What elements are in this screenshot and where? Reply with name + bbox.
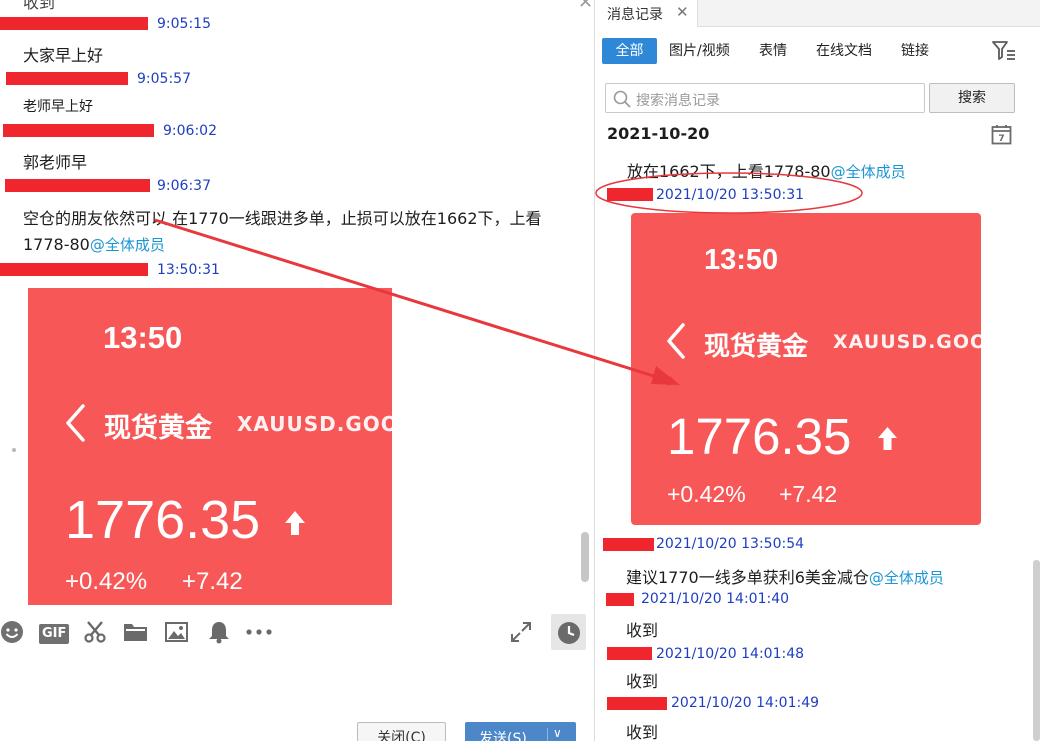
tab-message-history[interactable]: 消息记录 ✕	[595, 0, 698, 27]
card-change-abs: +7.42	[779, 481, 838, 507]
message-text-line2: 1778-80@全体成员	[23, 234, 165, 255]
filter-stickers[interactable]: 表情	[759, 38, 787, 64]
redacted-sender	[607, 647, 652, 660]
chat-messages: 收到 ✕ 9:05:15 大家早上好 9:05:57 老师早上好 9:06:02…	[0, 0, 594, 605]
history-message-text: 收到	[626, 723, 659, 741]
history-message-time: 2021/10/20 13:50:54	[656, 536, 805, 552]
calendar-icon[interactable]: 7	[991, 124, 1012, 145]
folder-icon[interactable]	[123, 619, 148, 645]
redacted-sender	[3, 124, 154, 137]
quote-card-image[interactable]: 13:50 现货黄金 XAUUSD.GOOD 1776.35 +0.42% +7…	[631, 213, 981, 525]
history-message-text: 收到	[626, 621, 659, 640]
emoji-icon[interactable]	[0, 619, 24, 645]
card-symbol: XAUUSD.GOOD	[237, 412, 392, 436]
back-chevron-icon	[667, 323, 685, 359]
card-change-percent: +0.42%	[667, 481, 746, 507]
search-icon	[613, 90, 631, 108]
history-message-content: 放在1662下，上看1778-80	[627, 162, 831, 181]
send-button-label: 发送(S)	[479, 731, 527, 741]
search-input[interactable]: 搜索消息记录	[605, 83, 925, 113]
chat-scrollbar-thumb[interactable]	[581, 532, 589, 582]
filter-funnel-icon[interactable]	[992, 40, 1016, 62]
mention-all[interactable]: @全体成员	[869, 569, 944, 587]
svg-text:7: 7	[998, 134, 1004, 144]
date-header: 2021-10-20	[607, 124, 710, 143]
card-price: 1776.35	[667, 408, 852, 465]
up-arrow-icon	[285, 511, 305, 535]
message-time: 9:06:02	[163, 123, 217, 139]
message-text: 大家早上好	[23, 46, 104, 65]
scissors-icon[interactable]	[83, 619, 107, 645]
card-time: 13:50	[103, 320, 183, 355]
mention-all[interactable]: @全体成员	[831, 163, 906, 181]
history-message-text: 收到	[626, 672, 659, 691]
message-text: 老师早上好	[23, 99, 93, 115]
history-scrollbar-thumb[interactable]	[1033, 560, 1040, 741]
search-placeholder: 搜索消息记录	[636, 93, 720, 109]
card-change-abs: +7.42	[182, 568, 243, 595]
clock-icon[interactable]	[557, 620, 581, 646]
search-button[interactable]: 搜索	[929, 83, 1015, 113]
message-time: 9:05:15	[157, 16, 211, 32]
history-message-time: 2021/10/20 14:01:40	[641, 591, 790, 607]
quote-card-image[interactable]: 13:50 现货黄金 XAUUSD.GOOD 1776.35 +0.42% +7…	[28, 288, 392, 605]
send-button-divider	[547, 728, 548, 741]
redacted-sender	[607, 188, 653, 201]
card-time: 13:50	[704, 244, 779, 276]
partial-message-text: 收到	[23, 0, 56, 12]
history-message-time: 2021/10/20 14:01:49	[671, 695, 820, 711]
message-time: 9:05:57	[137, 71, 191, 87]
close-button[interactable]: 关闭(C)	[357, 722, 446, 741]
redacted-sender	[606, 593, 634, 606]
redacted-sender	[0, 17, 148, 30]
chevron-down-icon[interactable]: ∨	[553, 726, 562, 740]
close-tab-icon[interactable]: ✕	[676, 3, 689, 21]
expand-icon[interactable]	[510, 619, 532, 645]
message-text: 郭老师早	[23, 153, 88, 172]
message-time: 9:06:37	[157, 178, 211, 194]
redacted-sender	[6, 72, 128, 85]
mention-all[interactable]: @全体成员	[90, 236, 165, 254]
bell-icon[interactable]	[208, 619, 230, 645]
image-icon[interactable]	[164, 619, 189, 645]
gif-icon[interactable]: GIF	[39, 621, 70, 647]
redacted-sender	[0, 263, 148, 276]
card-symbol: XAUUSD.GOOD	[833, 331, 981, 353]
history-message-time: 2021/10/20 14:01:48	[656, 646, 805, 662]
back-chevron-icon	[66, 404, 85, 442]
redacted-sender	[607, 697, 667, 710]
tab-bar: 消息记录 ✕	[595, 0, 1040, 27]
more-icon[interactable]	[246, 619, 272, 645]
send-button[interactable]: 发送(S) ∨	[465, 722, 576, 741]
message-time: 13:50:31	[157, 262, 220, 278]
card-change-percent: +0.42%	[65, 568, 148, 595]
card-price: 1776.35	[65, 490, 261, 550]
history-message-text: 放在1662下，上看1778-80@全体成员	[627, 158, 906, 182]
filter-links[interactable]: 链接	[901, 38, 929, 64]
filter-images-videos[interactable]: 图片/视频	[669, 38, 730, 64]
close-icon[interactable]: ✕	[578, 0, 593, 12]
up-arrow-icon	[878, 427, 897, 450]
chat-pane: 收到 ✕ 9:05:15 大家早上好 9:05:57 老师早上好 9:06:02…	[0, 0, 594, 741]
redacted-sender	[603, 538, 654, 551]
redacted-sender	[5, 179, 150, 192]
tab-title: 消息记录	[607, 7, 663, 23]
card-instrument-name: 现货黄金	[704, 332, 809, 362]
bullet-dot	[12, 448, 16, 452]
history-message-content: 建议1770一线多单获利6美金减仓	[626, 568, 869, 587]
message-text-line2-content: 1778-80	[23, 235, 90, 254]
gif-label: GIF	[39, 624, 70, 644]
message-text-line1: 空仓的朋友依然可以 在1770一线跟进多单，止损可以放在1662下，上看	[23, 209, 542, 228]
history-message-time: 2021/10/20 13:50:31	[656, 187, 805, 203]
card-instrument-name: 现货黄金	[104, 413, 212, 444]
history-message-text: 建议1770一线多单获利6美金减仓@全体成员	[626, 564, 944, 588]
filter-online-docs[interactable]: 在线文档	[816, 38, 872, 64]
filter-all[interactable]: 全部	[602, 38, 657, 64]
history-pane: 消息记录 ✕ 全部 图片/视频 表情 在线文档 链接 搜索消息记录 搜索 202…	[595, 0, 1040, 741]
